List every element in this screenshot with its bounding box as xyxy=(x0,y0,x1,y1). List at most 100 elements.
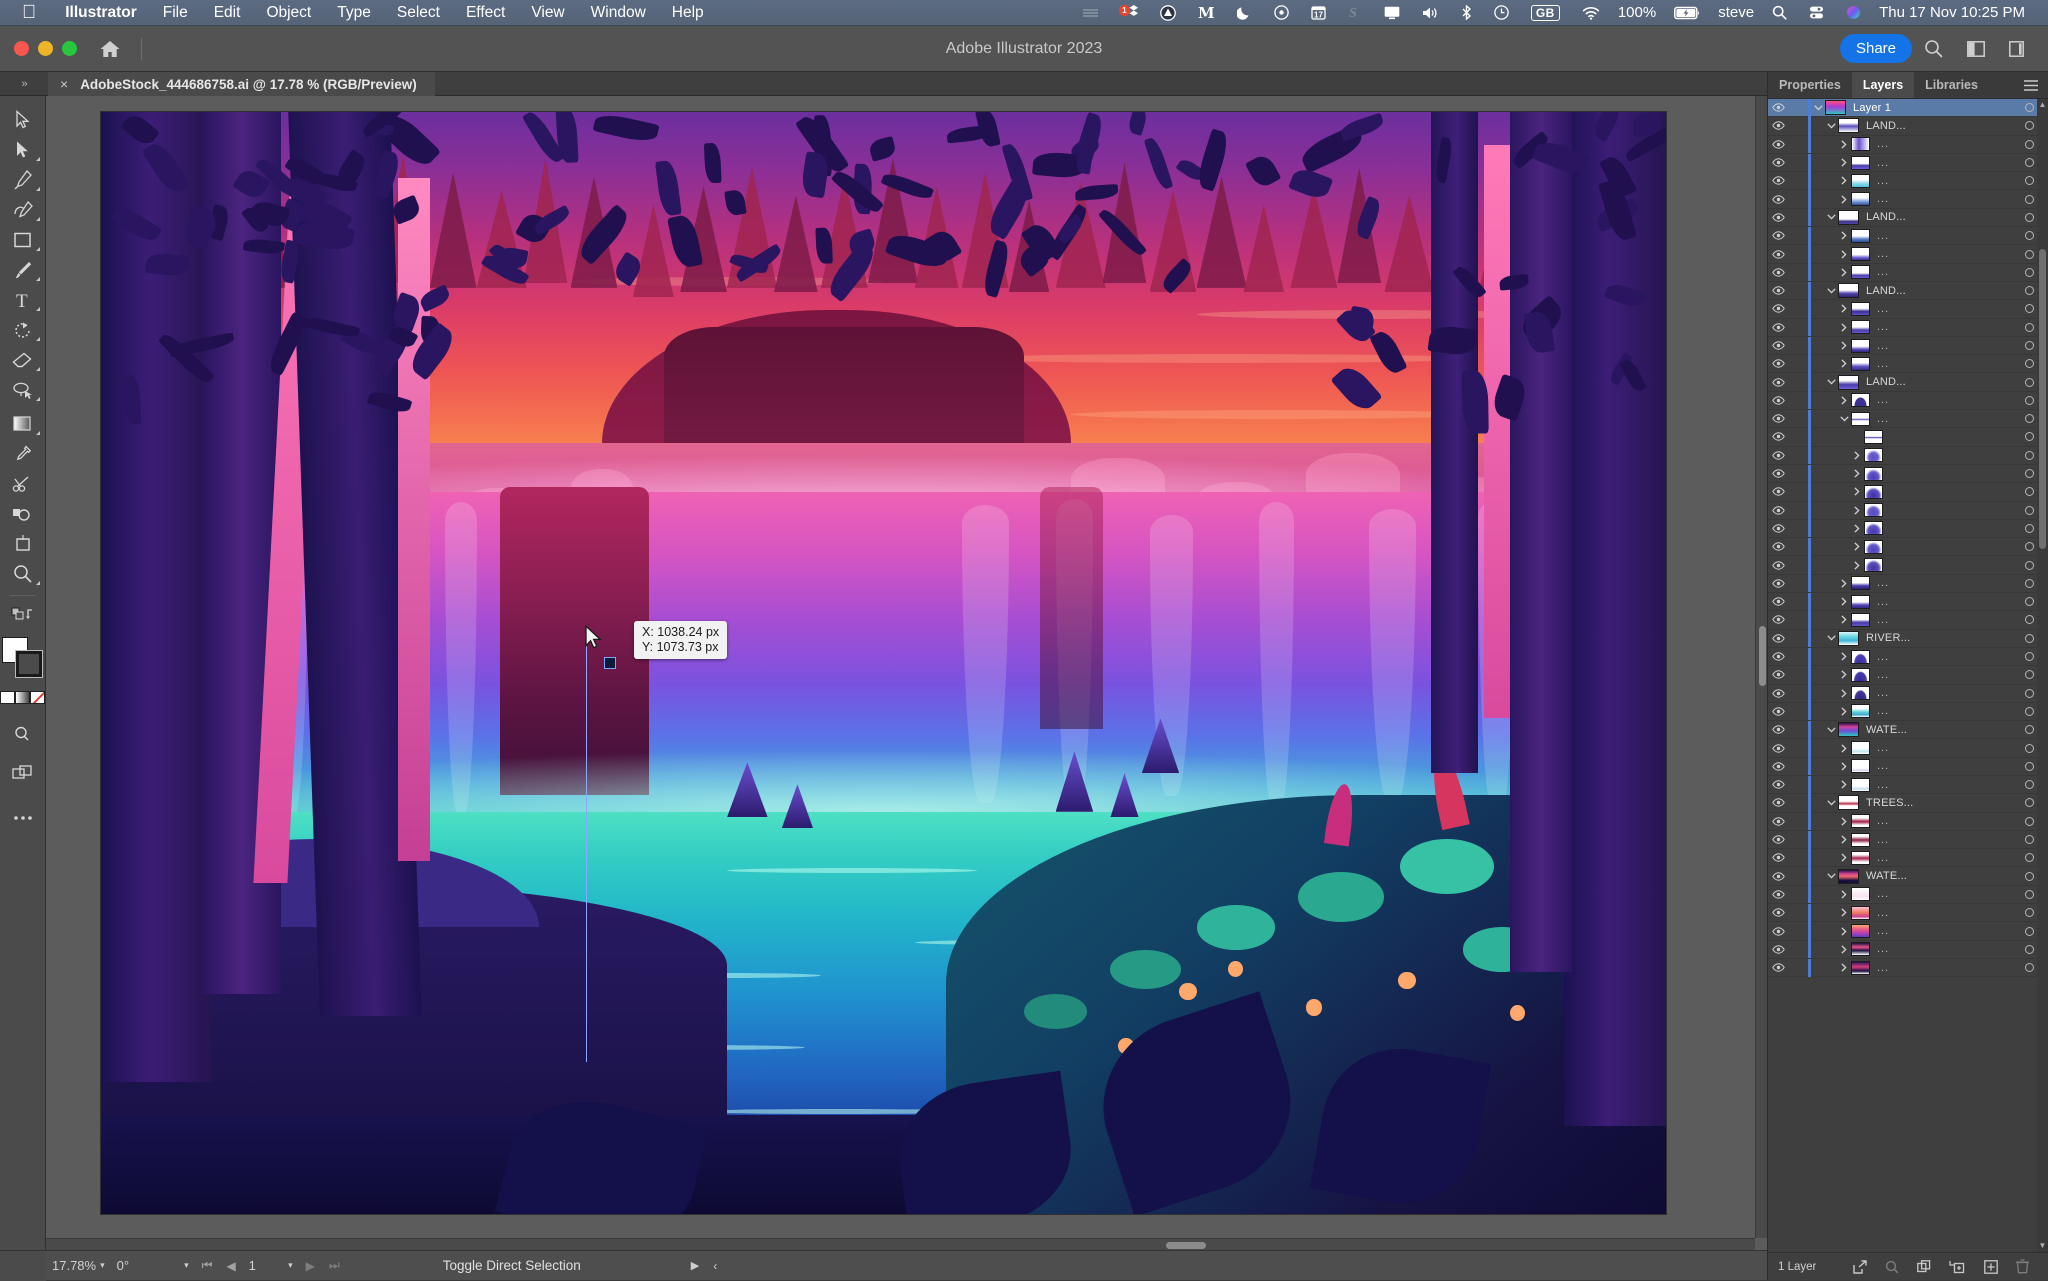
chevron-down-icon[interactable] xyxy=(1824,379,1838,385)
chevron-right-icon[interactable] xyxy=(1837,817,1851,826)
visibility-eye-icon[interactable] xyxy=(1768,176,1789,185)
visibility-eye-icon[interactable] xyxy=(1768,432,1789,441)
play-circle-icon[interactable] xyxy=(1263,0,1300,26)
layer-target-circle[interactable] xyxy=(2025,725,2034,734)
scroll-up-icon[interactable]: ▲ xyxy=(2037,99,2048,111)
layer-row[interactable]: ... xyxy=(1768,172,2048,190)
chevron-right-icon[interactable] xyxy=(1837,396,1851,405)
layer-target-circle[interactable] xyxy=(2025,414,2034,423)
lasso-tool[interactable] xyxy=(3,376,43,404)
mac-datetime-label[interactable]: Thu 17 Nov 10:25 PM xyxy=(1872,4,2032,21)
dropbox-icon[interactable]: 1 xyxy=(1110,0,1149,26)
visibility-eye-icon[interactable] xyxy=(1768,872,1789,881)
chevron-right-icon[interactable] xyxy=(1837,707,1851,716)
mac-menu-window[interactable]: Window xyxy=(578,4,659,22)
curvature-tool[interactable] xyxy=(3,196,43,224)
layer-target-circle[interactable] xyxy=(2025,872,2034,881)
scroll-down-icon[interactable]: ▼ xyxy=(2037,1240,2048,1252)
layer-target-circle[interactable] xyxy=(2025,323,2034,332)
visibility-eye-icon[interactable] xyxy=(1768,158,1789,167)
display-icon[interactable] xyxy=(1373,0,1411,26)
layer-row[interactable]: ... xyxy=(1768,758,2048,776)
chevron-right-icon[interactable] xyxy=(1850,469,1864,478)
layer-target-circle[interactable] xyxy=(2025,121,2034,130)
eyedropper-tool[interactable] xyxy=(3,440,43,468)
search-icon[interactable] xyxy=(1912,39,1955,58)
visibility-eye-icon[interactable] xyxy=(1768,414,1789,423)
status-menu-arrow-icon[interactable]: ▶ xyxy=(691,1259,699,1272)
visibility-eye-icon[interactable] xyxy=(1768,780,1789,789)
layer-target-circle[interactable] xyxy=(2025,250,2034,259)
layer-row[interactable]: ... xyxy=(1768,666,2048,684)
layer-row[interactable] xyxy=(1768,447,2048,465)
chevron-right-icon[interactable] xyxy=(1837,323,1851,332)
chevron-right-icon[interactable] xyxy=(1837,963,1851,972)
artboard-number-field[interactable]: 1 ▾ xyxy=(243,1256,299,1275)
layer-row[interactable]: ... xyxy=(1768,813,2048,831)
window-minimize-button[interactable] xyxy=(38,41,53,56)
zoom-level-field[interactable]: 17.78% ▾ xyxy=(46,1256,111,1275)
mac-menu-file[interactable]: File xyxy=(150,4,201,22)
layer-target-circle[interactable] xyxy=(2025,286,2034,295)
layer-target-circle[interactable] xyxy=(2025,487,2034,496)
mac-menu-help[interactable]: Help xyxy=(659,4,717,22)
layer-row[interactable]: Layer 1 xyxy=(1768,99,2048,117)
tab-properties[interactable]: Properties xyxy=(1768,72,1852,98)
visibility-eye-icon[interactable] xyxy=(1768,286,1789,295)
visibility-eye-icon[interactable] xyxy=(1768,542,1789,551)
layers-scroll-thumb[interactable] xyxy=(2039,249,2046,549)
visibility-eye-icon[interactable] xyxy=(1768,359,1789,368)
layer-target-circle[interactable] xyxy=(2025,853,2034,862)
chevron-down-icon[interactable]: ▾ xyxy=(288,1260,293,1271)
chevron-right-icon[interactable] xyxy=(1837,744,1851,753)
chevron-right-icon[interactable] xyxy=(1850,524,1864,533)
status-resize-arrow-icon[interactable]: ‹ xyxy=(713,1259,717,1273)
chevron-right-icon[interactable] xyxy=(1850,451,1864,460)
layer-target-circle[interactable] xyxy=(2025,103,2034,112)
chevron-right-icon[interactable] xyxy=(1837,670,1851,679)
chevron-down-icon[interactable] xyxy=(1824,800,1838,806)
layer-row[interactable]: ... xyxy=(1768,959,2048,977)
layer-row[interactable]: ... xyxy=(1768,264,2048,282)
visibility-eye-icon[interactable] xyxy=(1768,487,1789,496)
visibility-eye-icon[interactable] xyxy=(1768,323,1789,332)
apple-menu-icon[interactable]:  xyxy=(22,3,36,22)
layer-target-circle[interactable] xyxy=(2025,140,2034,149)
layer-row[interactable]: ... xyxy=(1768,849,2048,867)
chevron-right-icon[interactable] xyxy=(1850,561,1864,570)
chevron-down-icon[interactable] xyxy=(1824,727,1838,733)
previous-artboard-icon[interactable]: ◀ xyxy=(219,1259,242,1273)
visibility-eye-icon[interactable] xyxy=(1768,707,1789,716)
canvas-area[interactable]: X: 1038.24 px Y: 1073.73 px xyxy=(46,96,1767,1250)
chevron-down-icon[interactable]: ▾ xyxy=(100,1260,105,1271)
chevron-right-icon[interactable] xyxy=(1837,195,1851,204)
window-maximize-button[interactable] xyxy=(62,41,77,56)
visibility-eye-icon[interactable] xyxy=(1768,945,1789,954)
last-artboard-icon[interactable]: ⏭ xyxy=(322,1258,347,1273)
window-close-button[interactable] xyxy=(14,41,29,56)
layer-target-circle[interactable] xyxy=(2025,195,2034,204)
layer-target-circle[interactable] xyxy=(2025,304,2034,313)
canvas-vertical-scrollbar[interactable] xyxy=(1755,96,1767,1238)
layer-row[interactable] xyxy=(1768,520,2048,538)
swap-fill-stroke-icon[interactable] xyxy=(3,601,43,629)
chevron-right-icon[interactable] xyxy=(1837,853,1851,862)
chevron-right-icon[interactable] xyxy=(1837,890,1851,899)
type-tool[interactable]: T xyxy=(3,286,43,314)
draw-normal-icon[interactable] xyxy=(3,718,43,746)
layer-row[interactable]: ... xyxy=(1768,831,2048,849)
layer-row[interactable]: ... xyxy=(1768,648,2048,666)
visibility-eye-icon[interactable] xyxy=(1768,652,1789,661)
visibility-eye-icon[interactable] xyxy=(1768,231,1789,240)
visibility-eye-icon[interactable] xyxy=(1768,561,1789,570)
backup-icon[interactable] xyxy=(1149,0,1187,26)
layer-target-circle[interactable] xyxy=(2025,524,2034,533)
chevron-right-icon[interactable] xyxy=(1837,158,1851,167)
battery-charging-icon[interactable] xyxy=(1663,0,1711,26)
chevron-right-icon[interactable] xyxy=(1837,359,1851,368)
layer-target-circle[interactable] xyxy=(2025,817,2034,826)
layer-target-circle[interactable] xyxy=(2025,579,2034,588)
layer-target-circle[interactable] xyxy=(2025,378,2034,387)
layer-target-circle[interactable] xyxy=(2025,268,2034,277)
layer-target-circle[interactable] xyxy=(2025,890,2034,899)
